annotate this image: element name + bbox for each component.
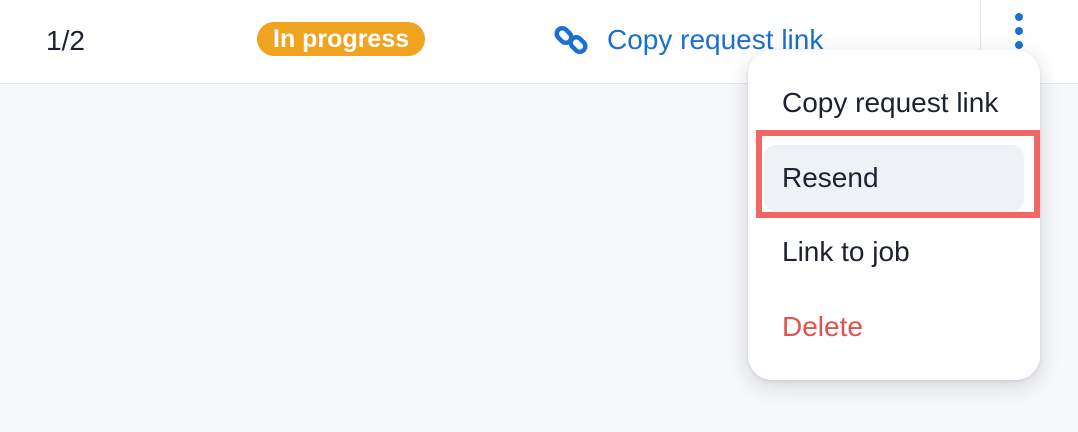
page: 1/2 In progress Copy request link Copy r…: [0, 0, 1078, 432]
menu-item-resend[interactable]: Resend: [764, 145, 1024, 211]
request-count: 1/2: [46, 25, 85, 56]
row-actions-menu: Copy request link Resend Link to job Del…: [748, 50, 1040, 380]
more-vertical-icon[interactable]: [1007, 12, 1031, 52]
menu-item-copy-request-link[interactable]: Copy request link: [764, 70, 1024, 136]
status-badge: In progress: [257, 22, 426, 56]
link-icon: [553, 22, 589, 58]
menu-item-link-to-job[interactable]: Link to job: [764, 219, 1024, 285]
menu-item-delete[interactable]: Delete: [764, 294, 1024, 360]
